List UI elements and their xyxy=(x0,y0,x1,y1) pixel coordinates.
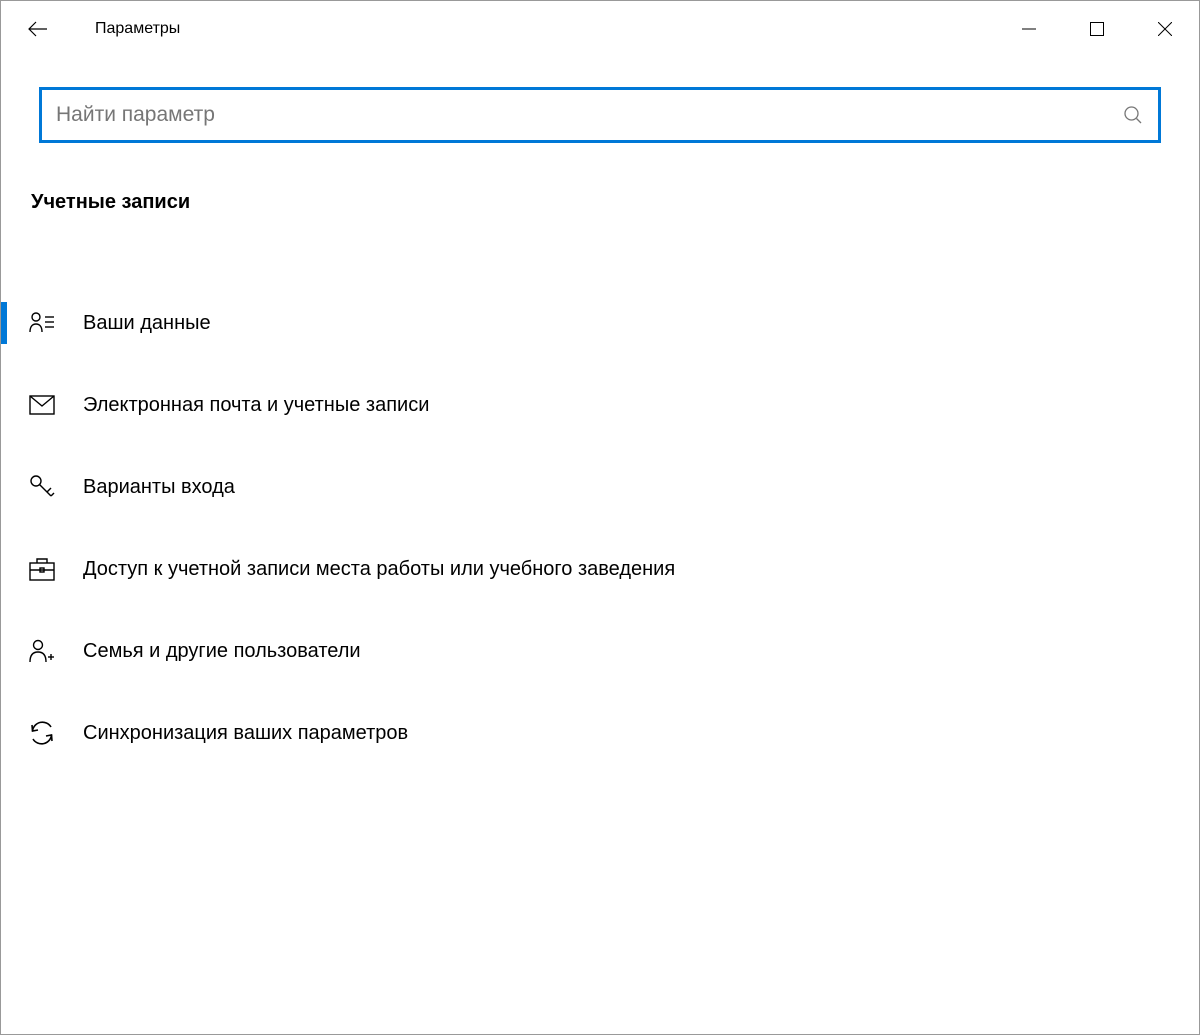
titlebar: Параметры xyxy=(1,1,1199,57)
menu-item-label: Электронная почта и учетные записи xyxy=(83,394,429,417)
menu-item-label: Варианты входа xyxy=(83,476,235,499)
search-input[interactable] xyxy=(42,90,1108,140)
maximize-button[interactable] xyxy=(1063,1,1131,57)
menu-item-your-info[interactable]: Ваши данные xyxy=(1,282,1199,364)
menu-item-label: Ваши данные xyxy=(83,312,211,335)
menu-item-work-school[interactable]: Доступ к учетной записи места работы или… xyxy=(1,528,1199,610)
search-area xyxy=(1,57,1199,143)
back-arrow-icon xyxy=(25,17,49,41)
mail-icon xyxy=(1,395,83,415)
menu-item-email-accounts[interactable]: Электронная почта и учетные записи xyxy=(1,364,1199,446)
close-icon xyxy=(1158,22,1172,36)
key-icon xyxy=(1,474,83,500)
menu-item-label: Семья и другие пользователи xyxy=(83,640,361,663)
search-icon xyxy=(1123,105,1143,125)
close-button[interactable] xyxy=(1131,1,1199,57)
menu-item-label: Доступ к учетной записи места работы или… xyxy=(83,558,675,581)
menu-list: Ваши данные Электронная почта и учетные … xyxy=(1,282,1199,774)
briefcase-icon xyxy=(1,557,83,581)
app-title: Параметры xyxy=(73,20,180,38)
search-icon-button[interactable] xyxy=(1108,90,1158,140)
sync-icon xyxy=(1,720,83,746)
menu-item-label: Синхронизация ваших параметров xyxy=(83,722,408,745)
minimize-icon xyxy=(1022,22,1036,36)
menu-item-family-users[interactable]: Семья и другие пользователи xyxy=(1,610,1199,692)
back-button[interactable] xyxy=(1,1,73,57)
window-controls xyxy=(995,1,1199,57)
section-heading: Учетные записи xyxy=(1,143,1199,214)
search-field[interactable] xyxy=(39,87,1161,143)
minimize-button[interactable] xyxy=(995,1,1063,57)
person-add-icon xyxy=(1,638,83,664)
maximize-icon xyxy=(1090,22,1104,36)
menu-item-signin-options[interactable]: Варианты входа xyxy=(1,446,1199,528)
person-list-icon xyxy=(1,310,83,336)
menu-item-sync[interactable]: Синхронизация ваших параметров xyxy=(1,692,1199,774)
